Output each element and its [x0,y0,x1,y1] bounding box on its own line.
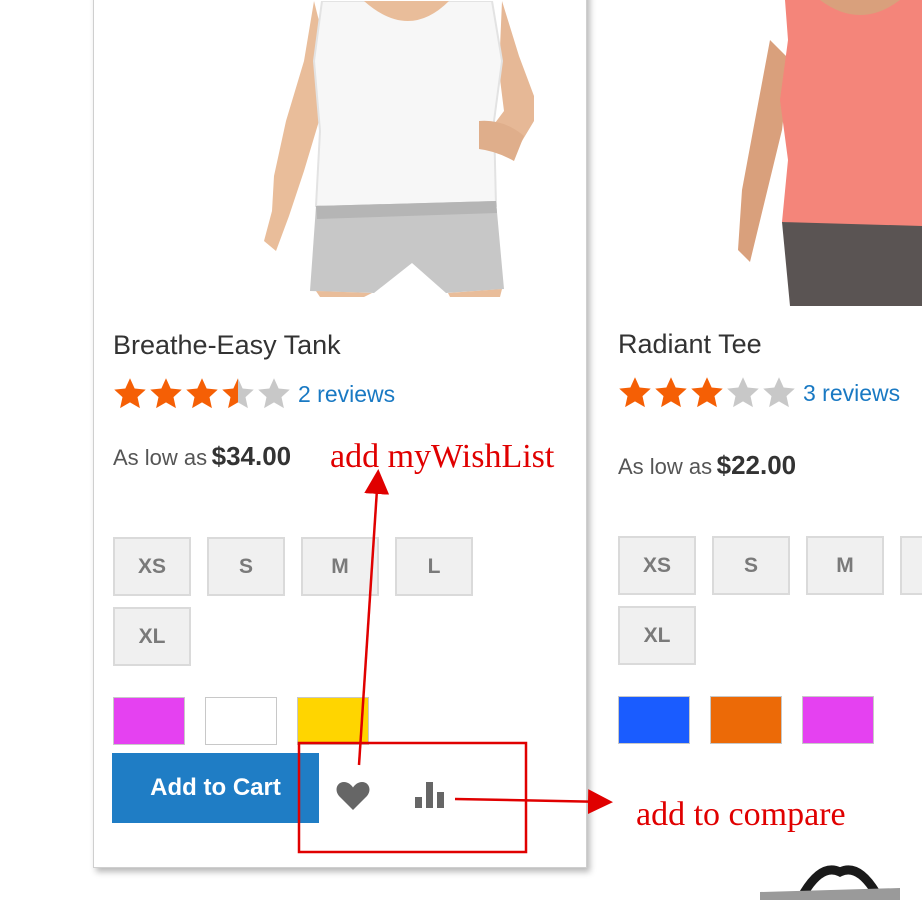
star-filled-icon [655,377,687,408]
annotation-wishlist-label: add myWishList [330,438,555,475]
heart-icon [336,782,370,810]
size-option-m[interactable]: M [301,537,379,596]
product-rating: 2 reviews [112,376,395,412]
star-filled-icon [114,378,146,409]
color-swatch-white[interactable] [205,697,277,745]
star-empty-icon [727,377,759,408]
product-name[interactable]: Radiant Tee [618,329,762,360]
price-box: As low as $22.00 [618,450,796,481]
star-filled-icon [691,377,723,408]
product-name[interactable]: Breathe-Easy Tank [113,330,341,361]
size-option-xl[interactable]: XL [113,607,191,666]
size-option-l[interactable]: L [395,537,473,596]
color-swatch-yellow[interactable] [297,697,369,745]
rating-stars [617,375,797,411]
bar-chart-icon [415,782,444,808]
star-filled-icon [186,378,218,409]
add-to-cart-button[interactable]: Add to Cart [112,753,319,823]
product-rating: 3 reviews [617,375,900,411]
product-image[interactable] [234,1,564,297]
annotation-compare-label: add to compare [636,796,846,833]
price-box: As low as $34.00 [113,441,291,472]
star-filled-icon [222,378,254,409]
star-empty-icon [258,378,290,409]
reviews-link[interactable]: 2 reviews [298,381,395,408]
size-option-xl[interactable]: XL [618,606,696,665]
rating-stars [112,376,292,412]
price-value: $22.00 [716,450,797,480]
size-option-s[interactable]: S [712,536,790,595]
price-label: As low as [618,454,713,479]
size-option-xs[interactable]: XS [113,537,191,596]
product-card-breathe-easy-tank: Breathe-Easy Tank 2 reviews As low as $3… [93,0,587,868]
color-swatch-orange[interactable] [710,696,782,744]
color-swatch-purple[interactable] [802,696,874,744]
price-value: $34.00 [211,441,292,471]
price-label: As low as [113,445,208,470]
product-image[interactable] [730,0,922,306]
size-option-xs[interactable]: XS [618,536,696,595]
size-option-s[interactable]: S [207,537,285,596]
color-swatch-purple[interactable] [113,697,185,745]
star-empty-icon [763,377,795,408]
product-photo-bag [760,865,900,900]
color-swatch-blue[interactable] [618,696,690,744]
reviews-link[interactable]: 3 reviews [803,380,900,407]
add-to-wishlist-button[interactable] [328,771,378,821]
star-filled-icon [150,378,182,409]
product-card-radiant-tee: Radiant Tee 3 reviews As low as $22.00 X… [600,0,922,900]
product-photo-tank [264,1,534,297]
star-filled-icon [619,377,651,408]
size-option-m[interactable]: M [806,536,884,595]
add-to-compare-button[interactable] [406,769,456,819]
size-option-l[interactable] [900,536,922,595]
product-photo-tee [738,0,922,306]
